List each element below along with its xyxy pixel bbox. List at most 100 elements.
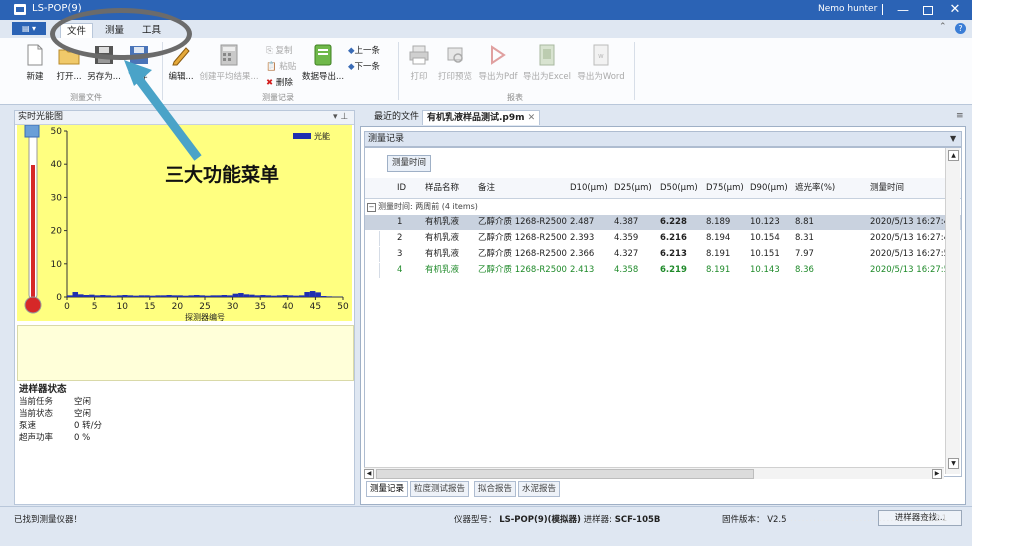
- print-button[interactable]: 打印: [404, 44, 434, 82]
- scroll-up-icon[interactable]: ▲: [948, 150, 959, 161]
- data-export-button[interactable]: 数据导出...: [300, 44, 346, 82]
- tab-cement-report[interactable]: 水泥报告: [518, 481, 561, 497]
- cell-d10: 2.487: [570, 217, 595, 227]
- record-group-label: 测量记录: [262, 93, 294, 102]
- new-label: 新建: [26, 72, 44, 82]
- cell-d50: 6.219: [660, 265, 687, 275]
- delete-label: 删除: [275, 78, 293, 88]
- y-tick-label: 40: [51, 160, 63, 170]
- table-row[interactable]: 1 有机乳液 乙醇介质 1268-R2500 2.487 4.387 6.228 8.189…: [365, 215, 961, 230]
- col-id[interactable]: ID: [397, 179, 406, 198]
- watermark-year: 2021: [921, 514, 949, 524]
- chart-bar: [232, 293, 239, 297]
- scroll-left-icon[interactable]: ◀: [364, 469, 374, 479]
- export-pdf-button[interactable]: 导出为Pdf: [476, 44, 520, 82]
- scroll-down-icon[interactable]: ▼: [948, 458, 959, 469]
- user-name[interactable]: Nemo hunter: [818, 4, 877, 14]
- table-row[interactable]: 2 有机乳液 乙醇介质 1268-R2500 2.393 4.359 6.216 8.194…: [365, 231, 961, 246]
- horizontal-scroll-thumb[interactable]: [376, 469, 754, 479]
- next-record-button[interactable]: ◆下一条: [348, 60, 380, 72]
- cell-note: 乙醇介质 1268-R2500: [478, 217, 567, 227]
- annotation-arrow-shaft: [128, 67, 202, 161]
- annotation-ellipse: [50, 8, 192, 60]
- col-sample-name[interactable]: 样品名称: [425, 179, 459, 198]
- chart-bar: [149, 295, 156, 297]
- cell-time: 2020/5/13 16:27:5: [870, 265, 950, 275]
- new-button[interactable]: 新建: [20, 44, 50, 82]
- annotation-label: 三大功能菜单: [165, 164, 280, 186]
- panel-title: 实时光能图: [18, 112, 64, 122]
- tab-measure-records[interactable]: 测量记录: [366, 481, 409, 497]
- vertical-scrollbar[interactable]: ▲ ▼: [945, 148, 960, 474]
- close-button[interactable]: ✕: [945, 1, 965, 19]
- print-preview-button[interactable]: 打印预览: [436, 44, 474, 82]
- sampler-label: 进样器:: [583, 515, 613, 525]
- model-value: LS-POP(9)(模拟器): [499, 515, 581, 525]
- copy-button[interactable]: ⎘ 复制: [266, 44, 293, 56]
- document-menu-icon[interactable]: ≡: [956, 111, 964, 121]
- tab-particle-report[interactable]: 粒度测试报告: [410, 481, 470, 497]
- x-tick-label: 0: [64, 302, 70, 312]
- maximize-button[interactable]: [918, 1, 938, 19]
- records-header: 测量记录 ▼: [364, 131, 962, 147]
- print-preview-icon: [447, 47, 463, 63]
- x-tick-label: 50: [337, 302, 349, 312]
- horizontal-scrollbar[interactable]: ◀ ▶: [364, 467, 944, 479]
- col-note[interactable]: 备注: [478, 179, 495, 198]
- col-d50[interactable]: D50(μm): [660, 179, 698, 198]
- chart-bar: [320, 296, 327, 297]
- measurement-records-panel: 测量记录 ▼ 测量时间 ID 样品名称 备注 D10(μm) D25(μm) D…: [360, 126, 966, 505]
- prev-record-label: 上一条: [354, 46, 381, 56]
- title-separator: [882, 4, 883, 15]
- open-label: 打开...: [56, 72, 82, 82]
- tab-fit-report[interactable]: 拟合报告: [474, 481, 517, 497]
- col-d25[interactable]: D25(μm): [614, 179, 652, 198]
- instrument-model: 仪器型号： LS-POP(9)(模拟器) 进样器: SCF-105B: [454, 513, 660, 525]
- word-icon: w: [593, 44, 609, 66]
- export-excel-label: 导出为Excel: [522, 72, 572, 82]
- scroll-right-icon[interactable]: ▶: [932, 469, 942, 479]
- status-row: 当前状态 空闲: [19, 407, 91, 419]
- tab-sample-file[interactable]: 有机乳液样品测试.p9m ✕: [422, 110, 541, 125]
- table-row[interactable]: 4 有机乳液 乙醇介质 1268-R2500 2.413 4.358 6.219 8.191…: [365, 263, 961, 278]
- status-row: 泵速 0 转/分: [19, 419, 102, 431]
- cell-d25: 4.387: [614, 217, 639, 227]
- minimize-button[interactable]: —: [893, 1, 913, 19]
- collapse-ribbon-icon[interactable]: ⌃: [939, 22, 947, 32]
- chart-bar: [293, 295, 299, 297]
- x-tick-label: 5: [92, 302, 98, 312]
- group-row[interactable]: − 测量时间: 两周前 (4 items): [365, 200, 961, 213]
- chart-bar: [298, 295, 305, 297]
- export-word-button[interactable]: w 导出为Word: [574, 44, 628, 82]
- window-title: LS-POP(9): [32, 3, 82, 14]
- chart-bar: [122, 295, 128, 297]
- cell-obs: 7.97: [795, 249, 814, 259]
- tab-recent-files[interactable]: 最近的文件: [370, 110, 423, 124]
- help-icon[interactable]: ?: [955, 23, 966, 34]
- collapse-group-icon[interactable]: −: [367, 203, 376, 212]
- col-d10[interactable]: D10(μm): [570, 179, 608, 198]
- paste-button[interactable]: 📋 粘贴: [266, 60, 296, 72]
- cell-d75: 8.191: [706, 265, 731, 275]
- col-measure-time[interactable]: 测量时间: [870, 179, 904, 198]
- prev-record-button[interactable]: ◆上一条: [348, 44, 380, 56]
- panel-pin-icon[interactable]: ▾ ⊥: [333, 111, 348, 124]
- legend-label: 光能: [314, 131, 330, 141]
- records-dropdown-icon[interactable]: ▼: [950, 132, 956, 146]
- table-row[interactable]: 3 有机乳液 乙醇介质 1268-R2500 2.366 4.327 6.213 8.191…: [365, 247, 961, 262]
- chart-bar: [100, 295, 106, 297]
- export-excel-button[interactable]: 导出为Excel: [522, 44, 572, 82]
- group-by-box[interactable]: 测量时间: [387, 155, 432, 172]
- chart-bar: [287, 295, 294, 297]
- cell-d75: 8.189: [706, 217, 731, 227]
- col-d75[interactable]: D75(μm): [706, 179, 744, 198]
- svg-text:w: w: [598, 52, 604, 60]
- chart-bar: [249, 294, 255, 297]
- col-obscuration[interactable]: 遮光率(%): [795, 179, 835, 198]
- quick-menu-button[interactable]: ▤ ▾: [12, 22, 46, 35]
- cell-id: 2: [397, 233, 403, 243]
- delete-button[interactable]: ✖ 删除: [266, 76, 293, 88]
- chart-bar: [94, 295, 101, 297]
- col-d90[interactable]: D90(μm): [750, 179, 788, 198]
- close-tab-icon[interactable]: ✕: [528, 113, 536, 123]
